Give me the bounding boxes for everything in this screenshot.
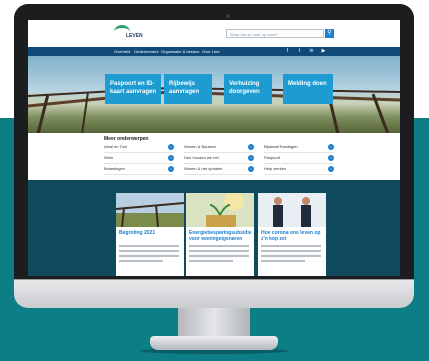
nav-item-organisatie[interactable]: Organisatie & bestuur <box>161 47 200 56</box>
search-icon[interactable]: ⚲ <box>325 29 334 38</box>
news-title: Energiebesparingsubsidie voor woningeige… <box>189 230 252 242</box>
search-input[interactable]: Waar ben je naar op zoek? <box>226 29 324 38</box>
more-topics-title: Meer onderwerpen <box>104 136 149 142</box>
text-line <box>189 245 249 247</box>
hero-banner: Paspoort en ID-kaart aanvragen Rijbewijs… <box>28 56 400 133</box>
text-line <box>119 245 179 247</box>
topic-link[interactable]: Werk › <box>104 154 174 164</box>
text-line <box>119 250 179 252</box>
topic-link[interactable]: Wonen & het ophalen › <box>184 165 254 175</box>
arrow-right-icon: › <box>168 144 174 150</box>
arrow-right-icon: › <box>248 155 254 161</box>
news-title: Begroting 2021 <box>119 230 156 236</box>
arrow-right-icon: › <box>248 144 254 150</box>
camera-dot <box>226 14 230 18</box>
twitter-icon[interactable]: t <box>296 48 303 55</box>
news-image-people <box>258 193 326 227</box>
more-topics: Meer onderwerpen Afval en Tuin › Wonen & … <box>28 133 400 180</box>
topic-link[interactable]: Belastingen › <box>104 165 174 175</box>
topic-link[interactable]: Paspoort › <box>264 154 334 164</box>
arrow-right-icon: › <box>168 166 174 172</box>
hero-card-rijbewijs[interactable]: Rijbewijs aanvragen <box>164 74 212 104</box>
topic-label: Afval en Tuin <box>104 144 128 149</box>
topic-link[interactable]: Bijstand/Toeslagen › <box>264 143 334 153</box>
monitor-screen: LEVEN Waar ben je naar op zoek? ⚲ Overhe… <box>28 20 400 276</box>
topic-link[interactable]: Help werken › <box>264 165 334 175</box>
topic-label: Belastingen <box>104 166 125 171</box>
arrow-right-icon: › <box>248 166 254 172</box>
main-nav: Overheid Ondernemers Organisatie & bestu… <box>28 47 400 56</box>
news-card-begroting[interactable]: Begroting 2021 <box>116 193 184 276</box>
nav-item-ondernemers[interactable]: Ondernemers <box>134 47 158 56</box>
arrow-right-icon: › <box>328 155 334 161</box>
hero-card-melding[interactable]: Melding doen <box>283 74 333 104</box>
text-line <box>189 260 233 262</box>
monitor-stand-neck <box>178 308 250 338</box>
topic-label: Bijstand/Toeslagen <box>264 144 298 149</box>
news-image-coins-plant <box>186 193 254 227</box>
text-line <box>119 255 179 257</box>
text-line <box>189 255 249 257</box>
site-logo[interactable]: LEVEN <box>114 25 154 42</box>
topic-label: Wonen & Bouwen <box>184 144 216 149</box>
news-card-corona[interactable]: Hoe corona ons leven op z'n kop zet <box>258 193 326 276</box>
text-line <box>189 250 249 252</box>
news-title: Hoe corona ons leven op z'n kop zet <box>261 230 321 242</box>
nav-item-overheid[interactable]: Overheid <box>114 47 130 56</box>
monitor-stand-base <box>150 336 278 350</box>
topic-label: Wonen & het ophalen <box>184 166 223 171</box>
hero-card-paspoort[interactable]: Paspoort en ID-kaart aanvragen <box>105 74 161 104</box>
arrow-right-icon: › <box>168 155 174 161</box>
text-line <box>119 260 163 262</box>
text-line <box>261 250 321 252</box>
topic-label: Hoe houden we het <box>184 155 219 160</box>
arrow-right-icon: › <box>328 144 334 150</box>
topic-link[interactable]: Wonen & Bouwen › <box>184 143 254 153</box>
youtube-icon[interactable]: ▶ <box>320 48 327 55</box>
topic-link[interactable]: Afval en Tuin › <box>104 143 174 153</box>
site-header: LEVEN Waar ben je naar op zoek? ⚲ <box>28 20 400 47</box>
hero-card-verhuizing[interactable]: Verhuizing doorgeven <box>224 74 272 104</box>
news-card-energie[interactable]: Energiebesparingsubsidie voor woningeige… <box>186 193 254 276</box>
arrow-right-icon: › <box>328 166 334 172</box>
logo-text: LEVEN <box>126 33 143 39</box>
text-line <box>261 260 305 262</box>
text-line <box>261 255 321 257</box>
topic-label: Werk <box>104 155 114 160</box>
linkedin-icon[interactable]: in <box>308 48 315 55</box>
topic-label: Paspoort <box>264 155 281 160</box>
monitor-chin <box>14 280 414 308</box>
topic-link[interactable]: Hoe houden we het › <box>184 154 254 164</box>
pier-image <box>28 86 400 133</box>
facebook-icon[interactable]: f <box>284 48 291 55</box>
text-line <box>261 245 321 247</box>
topic-label: Help werken <box>264 166 287 171</box>
news-image-pier <box>116 193 184 227</box>
nav-item-over[interactable]: Over Leer <box>202 47 220 56</box>
